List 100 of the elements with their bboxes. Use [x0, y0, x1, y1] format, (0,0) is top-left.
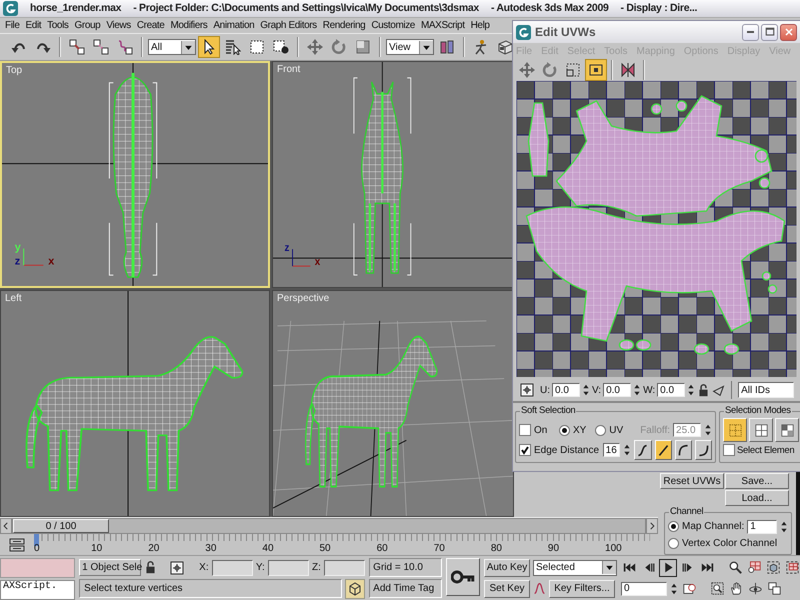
navigation-button[interactable]: [784, 560, 800, 576]
id-filter-dropdown[interactable]: All IDs: [738, 382, 794, 398]
dropdown[interactable]: View: [386, 39, 434, 56]
menu-item[interactable]: Animation: [210, 20, 258, 31]
coordinate-field[interactable]: 0.0: [657, 383, 686, 397]
menu-item[interactable]: Views: [103, 20, 134, 31]
falloff-curve-button[interactable]: [634, 440, 652, 460]
spinner[interactable]: [582, 383, 590, 397]
viewport-label[interactable]: Top: [6, 65, 22, 76]
transform-mode-button[interactable]: [518, 381, 536, 399]
coordinate-field[interactable]: [324, 560, 366, 576]
checkbox-label: On: [534, 424, 548, 436]
menu-item[interactable]: Graph Editors: [257, 20, 320, 31]
falloff-curve-button[interactable]: [694, 440, 712, 460]
selection-mode-button[interactable]: [749, 418, 773, 442]
tool-button[interactable]: [585, 59, 607, 81]
navigation-button[interactable]: [709, 580, 725, 597]
coordinate-field[interactable]: [268, 560, 310, 576]
viewport[interactable]: Left: [0, 290, 270, 518]
time-slider[interactable]: 0 / 100: [12, 518, 646, 534]
playback-button[interactable]: [659, 558, 677, 577]
selection-mode-button[interactable]: [723, 418, 747, 442]
list-cursor-icon: [225, 39, 241, 56]
curve-editor-button[interactable]: [8, 536, 26, 554]
frame-number: 40: [262, 543, 274, 554]
radio-button[interactable]: [558, 424, 570, 436]
menu-item[interactable]: Edit: [22, 20, 44, 31]
viewport-label[interactable]: Perspective: [277, 293, 330, 304]
transform-mode-button[interactable]: [168, 558, 186, 577]
selection-mode-button[interactable]: [775, 418, 799, 442]
tool-button[interactable]: [198, 36, 220, 58]
menu-item[interactable]: MAXScript: [418, 20, 468, 31]
checkbox-label: Select Elemen: [737, 444, 794, 456]
menu-item[interactable]: Customize: [368, 20, 418, 31]
skip-start-icon: [622, 561, 636, 574]
checkbox[interactable]: [519, 424, 531, 436]
menu-item[interactable]: Rendering: [320, 20, 368, 31]
move-arrows-icon: [307, 39, 323, 56]
auto-key-button[interactable]: Auto Key: [484, 558, 530, 577]
coordinate-field[interactable]: [212, 560, 253, 576]
viewport-label[interactable]: Left: [5, 293, 22, 304]
menu-item[interactable]: Help: [468, 20, 493, 31]
viewport[interactable]: z x Front: [272, 61, 514, 288]
falloff-curve-button[interactable]: [654, 440, 672, 460]
dropdown[interactable]: All: [148, 39, 196, 56]
crosshair-square-icon: [169, 560, 186, 576]
menu-item[interactable]: Create: [134, 20, 168, 31]
navigation-button[interactable]: [746, 560, 762, 576]
frame-field[interactable]: 0: [621, 582, 667, 596]
uv-layout-drawing[interactable]: [516, 81, 797, 377]
menu-item[interactable]: Group: [72, 20, 104, 31]
frame-number: 50: [320, 543, 331, 554]
next-button[interactable]: [646, 518, 658, 534]
viewport-label[interactable]: Front: [277, 64, 300, 76]
listener-input[interactable]: AXScript.: [0, 580, 76, 600]
navigation-button[interactable]: [727, 560, 743, 576]
minimize-button[interactable]: [742, 24, 759, 40]
viewport[interactable]: Perspective: [272, 290, 514, 518]
panel-button[interactable]: Save...: [725, 473, 789, 490]
spinner[interactable]: [623, 443, 632, 457]
edge-distance-field[interactable]: 16: [602, 443, 620, 457]
radio-button[interactable]: [668, 521, 679, 532]
navigation-button[interactable]: [766, 580, 782, 597]
set-key-button[interactable]: Set Key: [484, 580, 530, 598]
frame-number: 60: [376, 543, 388, 554]
spinner[interactable]: [704, 423, 712, 437]
viewport[interactable]: y z x Top: [0, 61, 270, 288]
coordinate-field[interactable]: 0.0: [552, 383, 580, 397]
radio-button[interactable]: [595, 424, 606, 436]
window-title: - Project Folder: C:\Documents and Settings\Ivica\My Documents\3dsmax: [133, 2, 479, 14]
checkbox[interactable]: [519, 444, 531, 456]
spinner[interactable]: [670, 582, 678, 596]
close-button[interactable]: [780, 24, 797, 40]
frame-number: 20: [148, 543, 160, 554]
menu-item[interactable]: File: [2, 20, 23, 31]
set-key-button[interactable]: [446, 558, 480, 596]
panel-button[interactable]: Load...: [725, 490, 789, 506]
panel-button[interactable]: Reset UVWs: [660, 473, 724, 490]
spinner[interactable]: [780, 520, 788, 534]
previous-button[interactable]: [0, 518, 12, 534]
time-tag-label[interactable]: Add Time Tag: [369, 579, 442, 598]
group-title: Channel: [669, 506, 704, 518]
window-title: horse_1render.max: [30, 2, 122, 14]
key-filters-button[interactable]: Key Filters...: [549, 580, 615, 598]
time-tag-button[interactable]: [345, 578, 366, 599]
checkbox[interactable]: [723, 444, 735, 456]
menu-item[interactable]: Modifiers: [167, 20, 210, 31]
coordinate-field[interactable]: 0.0: [603, 383, 632, 397]
bowtie-icon: [620, 62, 636, 78]
menu-item[interactable]: Tools: [44, 20, 72, 31]
maximize-button[interactable]: [761, 24, 778, 40]
axis-label: z: [284, 242, 290, 254]
falloff-curve-button[interactable]: [674, 440, 692, 460]
time-slider-thumb[interactable]: 0 / 100: [13, 519, 109, 534]
channel-field[interactable]: 1: [747, 520, 777, 534]
navigation-button[interactable]: [747, 580, 763, 597]
radio-button[interactable]: [668, 538, 679, 550]
key-mode-dropdown[interactable]: Selected: [533, 560, 617, 576]
navigation-button[interactable]: [765, 560, 781, 576]
selection-info: 1 Object Sele: [79, 559, 142, 576]
